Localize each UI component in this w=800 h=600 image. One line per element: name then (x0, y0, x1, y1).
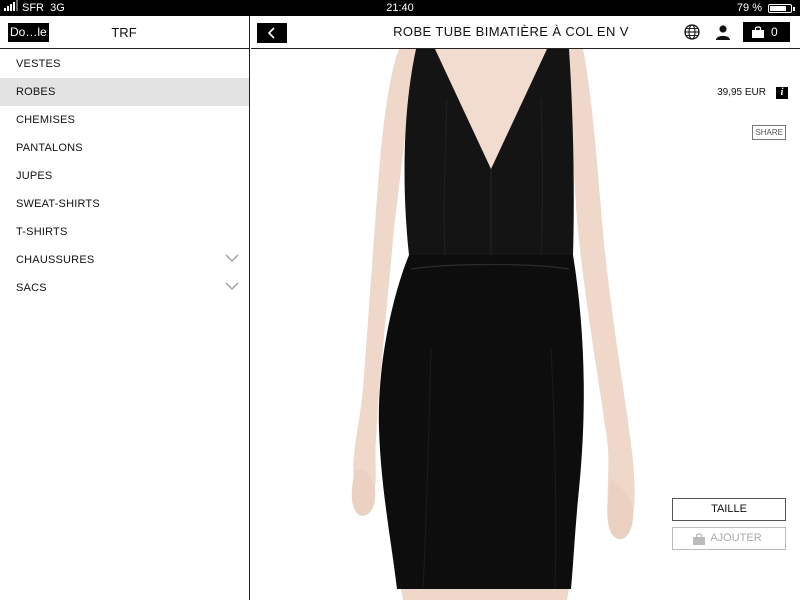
sidebar-item-pantalons[interactable]: PANTALONS (0, 134, 249, 162)
sidebar-item-label: CHEMISES (16, 114, 76, 126)
add-to-cart-label: AJOUTER (710, 532, 762, 544)
battery-percent: 79 % (736, 2, 762, 14)
sidebar-item-label: PANTALONS (16, 142, 83, 154)
sidebar-title: TRF (111, 25, 137, 40)
product-price: 39,95 EUR (717, 87, 766, 98)
back-button[interactable] (257, 23, 287, 43)
share-button[interactable]: SHARE (752, 125, 786, 140)
sidebar-item-label: ROBES (16, 86, 56, 98)
sidebar-item-sacs[interactable]: SACS (0, 274, 249, 302)
product-title: ROBE TUBE BIMATIÈRE À COL EN V (393, 24, 629, 39)
size-button[interactable]: TAILLE (672, 498, 786, 521)
battery-icon (768, 4, 795, 13)
status-bar: SFR 3G 21:40 79 % (0, 0, 800, 16)
category-list: VESTES ROBES CHEMISES PANTALONS JUPES SWEAT-S… (0, 49, 249, 302)
product-header: ROBE TUBE BIMATIÈRE À COL EN V 0 (251, 16, 800, 49)
globe-icon[interactable] (684, 24, 700, 40)
shopping-bag-icon (752, 26, 764, 38)
sidebar-item-jupes[interactable]: JUPES (0, 162, 249, 190)
status-time: 21:40 (386, 2, 414, 14)
sidebar-item-chemises[interactable]: CHEMISES (0, 106, 249, 134)
cart-button[interactable]: 0 (743, 22, 790, 42)
sidebar-item-sweat-shirts[interactable]: SWEAT-SHIRTS (0, 190, 249, 218)
cart-count: 0 (771, 25, 778, 39)
chevron-down-icon[interactable] (225, 281, 239, 291)
shopping-bag-icon (693, 533, 705, 545)
sidebar-item-label: JUPES (16, 170, 53, 182)
sidebar-header: Do…le TRF (0, 16, 249, 49)
sidebar-item-label: VESTES (16, 58, 61, 70)
sidebar-item-label: SACS (16, 282, 47, 294)
sidebar-item-robes[interactable]: ROBES (0, 78, 249, 106)
chevron-down-icon[interactable] (225, 253, 239, 263)
chevron-left-icon (267, 27, 275, 39)
sidebar-item-label: CHAUSSURES (16, 254, 95, 266)
user-icon[interactable] (715, 24, 731, 40)
sidebar-item-chaussures[interactable]: CHAUSSURES (0, 246, 249, 274)
product-view: ROBE TUBE BIMATIÈRE À COL EN V 0 39,95 E… (251, 16, 800, 600)
sidebar-item-label: T-SHIRTS (16, 226, 68, 238)
sidebar-item-t-shirts[interactable]: T-SHIRTS (0, 218, 249, 246)
sidebar-item-label: SWEAT-SHIRTS (16, 198, 100, 210)
sidebar-item-vestes[interactable]: VESTES (0, 50, 249, 78)
add-to-cart-button[interactable]: AJOUTER (672, 527, 786, 550)
info-icon[interactable]: i (776, 87, 788, 99)
category-sidebar: Do…le TRF VESTES ROBES CHEMISES PANTALONS JU… (0, 16, 250, 600)
